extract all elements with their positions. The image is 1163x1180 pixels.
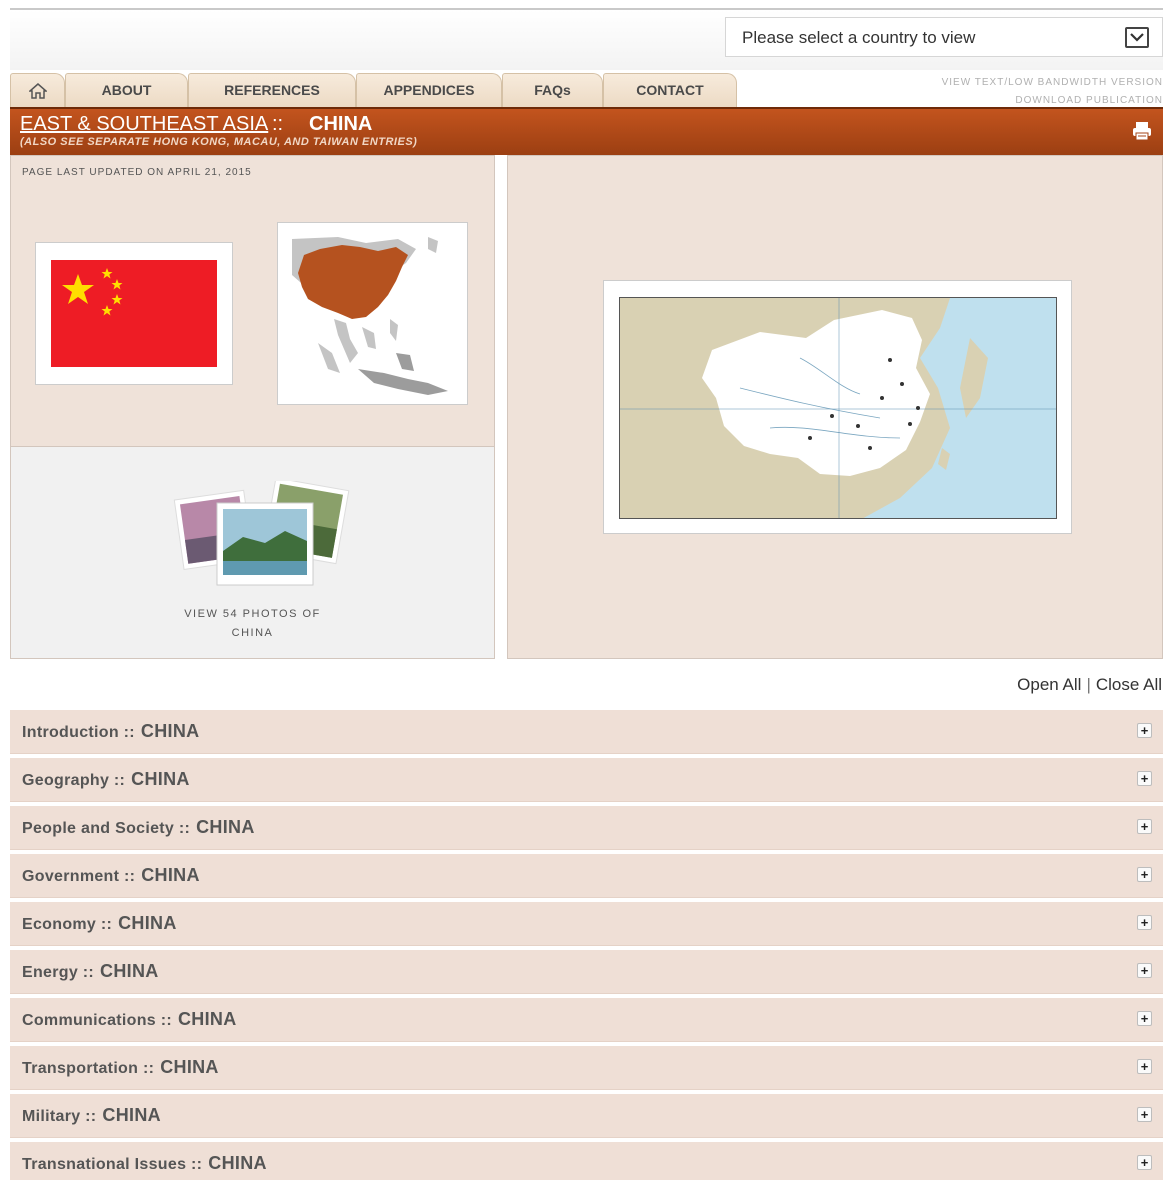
factbook-page: Please select a country to view ABOUT RE… [0,0,1163,1180]
section-economy[interactable]: Economy :: CHINA + [10,902,1163,946]
country-title: CHINA [309,113,373,135]
tab-home[interactable] [10,73,65,107]
photo-gallery-area[interactable]: VIEW 54 PHOTOS OF CHINA [11,446,494,658]
view-photos-link[interactable]: VIEW 54 PHOTOS OF CHINA [11,605,494,643]
expand-icon[interactable]: + [1137,1059,1152,1074]
controls-divider: | [1086,675,1091,694]
section-country: CHINA [118,913,177,933]
expand-icon[interactable]: + [1137,1155,1152,1170]
expand-icon[interactable]: + [1137,1107,1152,1122]
expand-icon[interactable]: + [1137,915,1152,930]
print-icon[interactable] [1131,120,1153,142]
expand-icon[interactable]: + [1137,819,1152,834]
section-label: Introduction :: [22,724,135,741]
section-government[interactable]: Government :: CHINA + [10,854,1163,898]
right-panel [507,155,1163,659]
section-accordion: Introduction :: CHINA + Geography :: CHINA… [10,710,1163,1180]
view-photos-line1: VIEW 54 PHOTOS OF [184,608,321,620]
locator-map-frame[interactable] [277,222,468,405]
view-photos-line2: CHINA [231,627,274,639]
section-country: CHINA [131,769,190,789]
flag-image [51,260,217,367]
tab-appendices[interactable]: APPENDICES [356,73,502,107]
expand-icon[interactable]: + [1137,771,1152,786]
section-label: Energy :: [22,964,95,981]
region-link[interactable]: EAST & SOUTHEAST ASIA [20,113,268,136]
section-label: Communications :: [22,1012,172,1029]
expand-icon[interactable]: + [1137,723,1152,738]
section-label: Transnational Issues :: [22,1156,203,1173]
header-note: (ALSO SEE SEPARATE HONG KONG, MACAU, AND… [20,136,418,148]
home-icon [29,83,47,99]
text-version-link[interactable]: VIEW TEXT/LOW BANDWIDTH VERSION [942,74,1163,92]
section-country: CHINA [100,961,159,981]
header-separator: :: [272,113,284,135]
section-communications[interactable]: Communications :: CHINA + [10,998,1163,1042]
section-transnational-issues[interactable]: Transnational Issues :: CHINA + [10,1142,1163,1180]
section-transportation[interactable]: Transportation :: CHINA + [10,1046,1163,1090]
section-country: CHINA [140,721,200,741]
section-country: CHINA [102,1105,161,1125]
section-military[interactable]: Military :: CHINA + [10,1094,1163,1138]
country-header: EAST & SOUTHEAST ASIA :: CHINA (ALSO SEE… [10,107,1163,155]
open-all-link[interactable]: Open All [1017,675,1081,694]
expand-controls: Open All | Close All [1017,675,1162,695]
country-select-placeholder: Please select a country to view [742,28,976,47]
section-country: CHINA [178,1009,237,1029]
section-geography[interactable]: Geography :: CHINA + [10,758,1163,802]
section-introduction[interactable]: Introduction :: CHINA + [10,710,1163,754]
section-label: Government :: [22,868,136,885]
country-map [619,297,1057,519]
section-country: CHINA [208,1153,267,1173]
section-label: Geography :: [22,772,126,789]
section-country: CHINA [141,865,200,885]
section-people-and-society[interactable]: People and Society :: CHINA + [10,806,1163,850]
expand-icon[interactable]: + [1137,963,1152,978]
section-label: Transportation :: [22,1060,155,1077]
section-energy[interactable]: Energy :: CHINA + [10,950,1163,994]
last-updated: PAGE LAST UPDATED ON APRIL 21, 2015 [22,167,252,178]
section-country: CHINA [196,817,255,837]
flag-stars [62,268,123,316]
chevron-down-icon[interactable] [1125,27,1149,48]
utility-links: VIEW TEXT/LOW BANDWIDTH VERSION DOWNLOAD… [942,74,1163,110]
section-country: CHINA [160,1057,219,1077]
section-label: Military :: [22,1108,97,1125]
flag-frame[interactable] [35,242,233,385]
locator-map [278,223,467,404]
country-select[interactable]: Please select a country to view [725,17,1163,57]
tab-about[interactable]: ABOUT [65,73,188,107]
left-panel: PAGE LAST UPDATED ON APRIL 21, 2015 VIEW… [10,155,495,659]
section-label: Economy :: [22,916,113,933]
expand-icon[interactable]: + [1137,1011,1152,1026]
section-label: People and Society :: [22,820,191,837]
photo-stack-icon [173,481,350,586]
tab-contact[interactable]: CONTACT [603,73,737,107]
tab-faqs[interactable]: FAQs [502,73,603,107]
tab-references[interactable]: REFERENCES [188,73,356,107]
country-map-frame[interactable] [603,280,1072,534]
expand-icon[interactable]: + [1137,867,1152,882]
close-all-link[interactable]: Close All [1096,675,1162,694]
